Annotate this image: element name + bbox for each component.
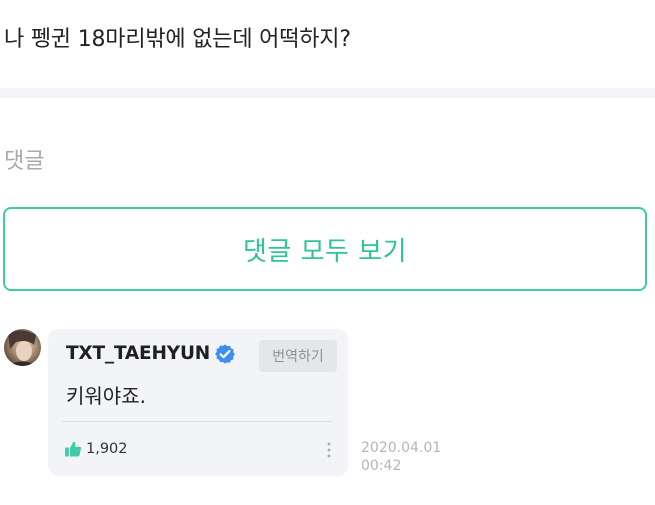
view-all-comments-label: 댓글 모두 보기 <box>242 236 408 267</box>
like-button[interactable]: 1,902 <box>64 440 128 458</box>
comment-body: 키워야죠. <box>66 384 146 408</box>
comment-date: 2020.04.01 <box>361 440 442 456</box>
comment-author[interactable]: TXT_TAEHYUN <box>66 343 210 364</box>
avatar[interactable] <box>4 329 41 366</box>
comment-time: 00:42 <box>361 458 402 474</box>
comment-divider <box>62 421 332 422</box>
like-count: 1,902 <box>86 441 128 457</box>
translate-button[interactable]: 번역하기 <box>259 340 337 372</box>
verified-badge-icon <box>215 344 235 364</box>
section-divider <box>0 88 655 98</box>
post-text: 나 펭귄 18마리밖에 없는데 어떡하지? <box>4 27 351 52</box>
more-vertical-icon[interactable] <box>322 440 336 460</box>
view-all-comments-button[interactable]: 댓글 모두 보기 <box>3 207 647 291</box>
thumbs-up-icon <box>65 441 81 457</box>
comment-card: TXT_TAEHYUN 번역하기 키워야죠. 1,902 <box>48 329 348 476</box>
comment-timestamp: 2020.04.01 00:42 <box>361 439 441 475</box>
comments-title: 댓글 <box>4 149 45 174</box>
